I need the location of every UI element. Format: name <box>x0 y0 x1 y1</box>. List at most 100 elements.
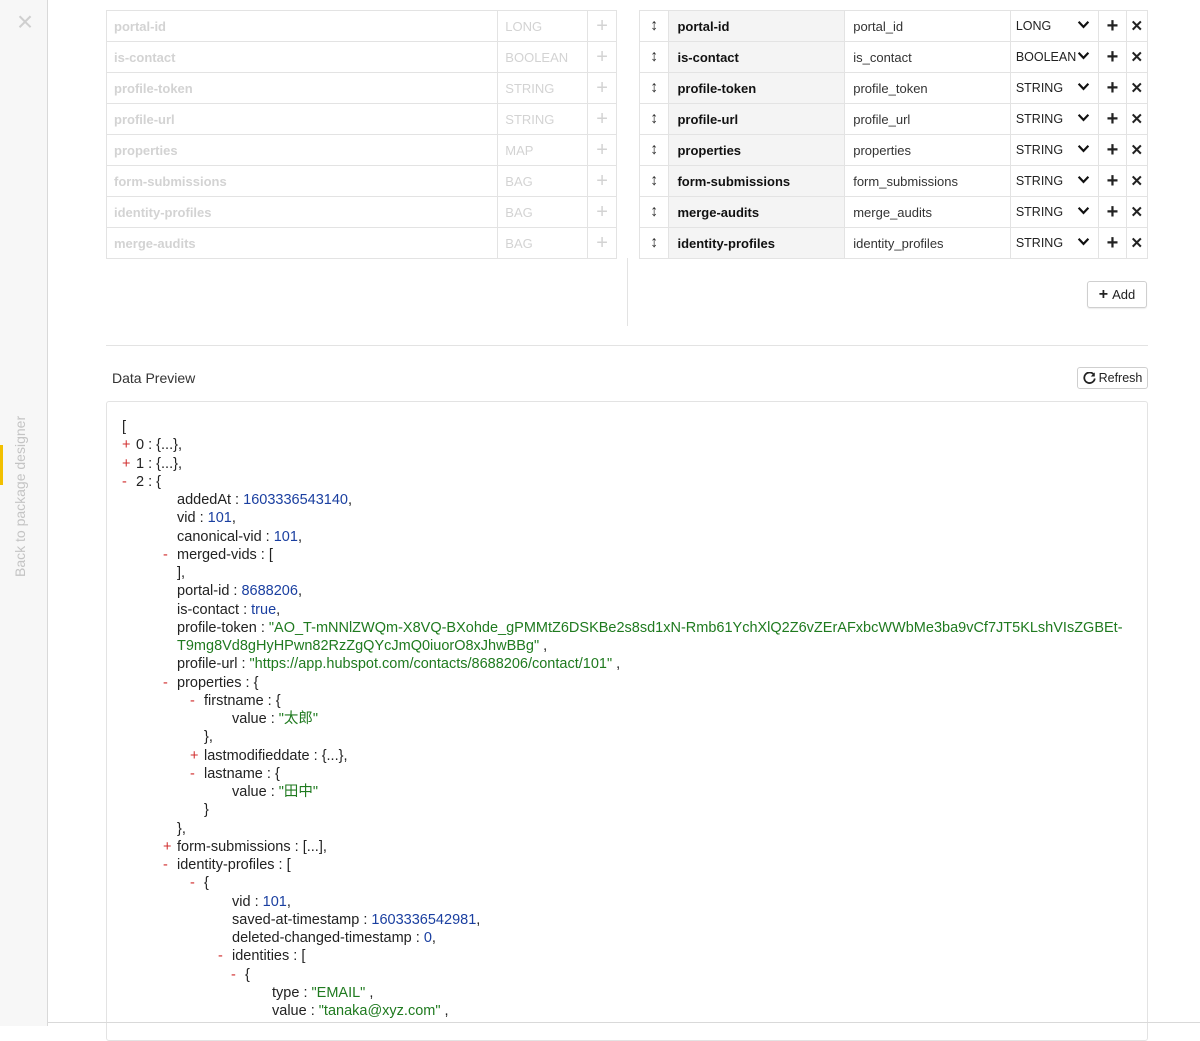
mapped-field-alias-input[interactable]: identity_profiles <box>844 227 1011 259</box>
column-divider <box>627 258 628 326</box>
remove-field-icon[interactable]: ✕ <box>1125 165 1149 197</box>
source-field-type: BAG <box>497 227 589 259</box>
mapped-field-type-select[interactable]: STRING <box>1009 103 1100 135</box>
json-value: {...}, <box>156 437 182 454</box>
add-source-field-icon[interactable]: + <box>587 72 617 104</box>
mapped-field-row: ↕ merge-audits merge_audits STRING + ✕ <box>638 196 1149 228</box>
json-key: saved-at-timestamp <box>232 911 360 928</box>
collapse-toggle-icon[interactable]: - <box>190 692 204 710</box>
json-value: }, <box>204 729 213 746</box>
mapped-field-type-select[interactable]: STRING <box>1009 134 1100 166</box>
json-line: [ <box>122 418 126 436</box>
drag-handle-icon[interactable]: ↕ <box>638 72 670 104</box>
add-source-field-icon[interactable]: + <box>587 134 617 166</box>
json-value: 0 <box>423 930 432 946</box>
mapped-field-alias-input[interactable]: profile_url <box>844 103 1011 135</box>
type-select-value: LONG <box>1015 19 1052 33</box>
drag-handle-icon[interactable]: ↕ <box>638 41 670 73</box>
collapse-toggle-icon[interactable]: - <box>163 856 177 874</box>
add-field-after-icon[interactable]: + <box>1098 165 1127 197</box>
source-field-row: profile-url STRING + <box>105 103 617 135</box>
json-value: 1603336542981 <box>371 911 477 928</box>
add-field-after-icon[interactable]: + <box>1098 72 1127 104</box>
json-value: "tanaka@xyz.com" <box>318 1003 441 1019</box>
json-punctuation: , <box>347 492 352 508</box>
json-line: saved-at-timestamp : 1603336542981, <box>232 911 481 928</box>
json-key: identities <box>232 948 290 965</box>
mapped-field-type-select[interactable]: STRING <box>1009 196 1100 228</box>
back-to-package-designer-link[interactable]: Back to package designer <box>12 416 28 577</box>
collapse-toggle-icon[interactable]: - <box>190 874 204 892</box>
drag-handle-icon[interactable]: ↕ <box>638 227 670 259</box>
close-icon[interactable]: × <box>13 8 37 36</box>
expand-toggle-icon[interactable]: + <box>190 747 204 765</box>
json-punctuation: , <box>476 911 481 928</box>
mapped-field-alias-input[interactable]: merge_audits <box>844 196 1011 228</box>
add-source-field-icon[interactable]: + <box>587 165 617 197</box>
mapped-field-type-select[interactable]: STRING <box>1009 165 1100 197</box>
mapped-field-type-select[interactable]: LONG <box>1009 10 1100 42</box>
json-value: { <box>156 473 162 490</box>
collapse-toggle-icon[interactable]: - <box>122 473 136 491</box>
collapse-toggle-icon[interactable]: - <box>231 966 245 984</box>
remove-field-icon[interactable]: ✕ <box>1125 134 1149 166</box>
json-line: - firstname : { <box>190 692 281 710</box>
collapse-toggle-icon[interactable]: - <box>190 765 204 783</box>
mapped-field-type-select[interactable]: STRING <box>1009 72 1100 104</box>
add-field-after-icon[interactable]: + <box>1098 41 1127 73</box>
add-source-field-icon[interactable]: + <box>587 196 617 228</box>
add-field-after-icon[interactable]: + <box>1098 227 1127 259</box>
source-field-row: is-contact BOOLEAN + <box>105 41 617 73</box>
mapped-field-alias-input[interactable]: properties <box>844 134 1011 166</box>
remove-field-icon[interactable]: ✕ <box>1125 41 1149 73</box>
add-source-field-icon[interactable]: + <box>587 227 617 259</box>
json-value: [ <box>268 546 273 563</box>
drag-handle-icon[interactable]: ↕ <box>638 196 670 228</box>
expand-toggle-icon[interactable]: + <box>163 838 177 856</box>
add-source-field-icon[interactable]: + <box>587 41 617 73</box>
expand-toggle-icon[interactable]: + <box>122 436 136 454</box>
add-field-after-icon[interactable]: + <box>1098 196 1127 228</box>
remove-field-icon[interactable]: ✕ <box>1125 72 1149 104</box>
json-key: deleted-changed-timestamp <box>232 930 412 946</box>
mapped-field-alias-input[interactable]: portal_id <box>844 10 1011 42</box>
collapse-toggle-icon[interactable]: - <box>163 546 177 564</box>
remove-field-icon[interactable]: ✕ <box>1125 103 1149 135</box>
json-key: vid <box>177 510 196 527</box>
collapse-toggle-icon[interactable]: - <box>218 947 232 965</box>
add-field-after-icon[interactable]: + <box>1098 103 1127 135</box>
source-field-type: BOOLEAN <box>497 41 589 73</box>
remove-field-icon[interactable]: ✕ <box>1125 10 1149 42</box>
add-field-button[interactable]: + Add <box>1087 281 1147 308</box>
json-value: {...}, <box>321 747 348 764</box>
add-source-field-icon[interactable]: + <box>587 103 617 135</box>
add-field-after-icon[interactable]: + <box>1098 134 1127 166</box>
chevron-down-icon <box>1078 238 1090 246</box>
json-line: is-contact : true, <box>177 601 281 618</box>
mapped-field-row: ↕ profile-url profile_url STRING + ✕ <box>638 103 1149 135</box>
refresh-button[interactable]: Refresh <box>1077 367 1148 389</box>
mapped-field-name: form-submissions <box>668 165 846 197</box>
remove-field-icon[interactable]: ✕ <box>1125 196 1149 228</box>
drag-handle-icon[interactable]: ↕ <box>638 165 670 197</box>
json-value: 101 <box>262 893 287 910</box>
drag-handle-icon[interactable]: ↕ <box>638 134 670 166</box>
mapped-field-alias-input[interactable]: form_submissions <box>844 165 1011 197</box>
mapped-field-type-select[interactable]: BOOLEAN <box>1009 41 1100 73</box>
mapped-field-type-select[interactable]: STRING <box>1009 227 1100 259</box>
type-select-value: STRING <box>1015 112 1064 126</box>
remove-field-icon[interactable]: ✕ <box>1125 227 1149 259</box>
mapped-field-alias-input[interactable]: is_contact <box>844 41 1011 73</box>
json-line: value : "田中" <box>232 784 319 800</box>
drag-handle-icon[interactable]: ↕ <box>638 10 670 42</box>
drag-handle-icon[interactable]: ↕ <box>638 103 670 135</box>
source-field-name: properties <box>105 134 499 166</box>
mapped-field-alias-input[interactable]: profile_token <box>844 72 1011 104</box>
json-value: "AO_T-mNNlZWQm-X8VQ-BXohde_gPMMtZ6DSKBe2… <box>268 619 1123 636</box>
collapse-toggle-icon[interactable]: - <box>163 674 177 692</box>
add-source-field-icon[interactable]: + <box>587 10 617 42</box>
source-field-name: is-contact <box>105 41 499 73</box>
chevron-down-icon <box>1078 145 1090 153</box>
add-field-after-icon[interactable]: + <box>1098 10 1127 42</box>
expand-toggle-icon[interactable]: + <box>122 455 136 473</box>
